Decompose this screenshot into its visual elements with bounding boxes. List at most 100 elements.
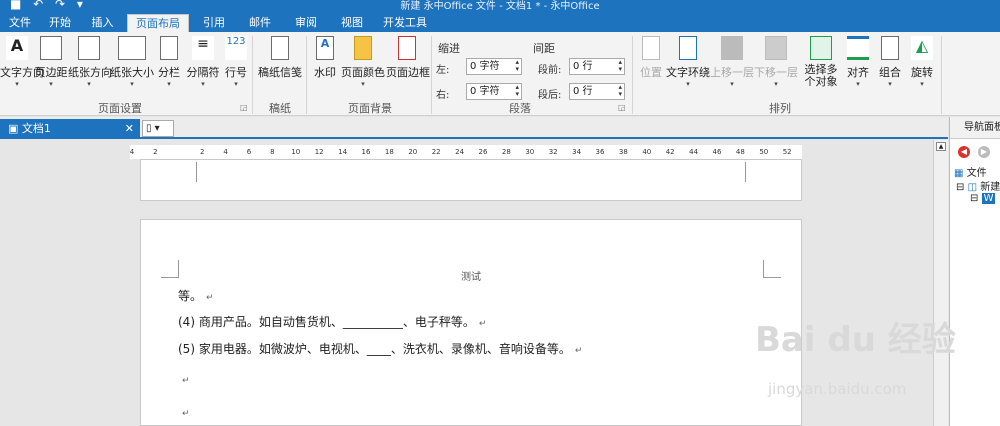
indent-left-label: 左: — [436, 65, 450, 76]
margin-mark — [179, 162, 197, 182]
ruler-tick: 14 — [338, 148, 348, 156]
line-numbers-button[interactable]: 123 行号 ▾ — [222, 34, 250, 98]
ruler-tick: 44 — [689, 148, 699, 156]
paper-size-button[interactable]: 纸张大小 ▾ — [110, 34, 154, 98]
draft-paper-button[interactable]: 稿纸信笺 — [256, 34, 304, 98]
breaks-button[interactable]: ≡ 分隔符 ▾ — [184, 34, 222, 98]
ruler-tick: 8 — [270, 148, 275, 156]
ruler-tick: 52 — [782, 148, 792, 156]
bring-forward-icon — [721, 36, 743, 60]
doc-line-3[interactable]: (5) 家用电器。如微波炉、电视机、____、洗衣机、录像机、音响设备等。 ↵ — [178, 340, 582, 357]
page-borders-button[interactable]: 页面边框 — [386, 34, 430, 98]
tab-insert[interactable]: 插入 — [80, 14, 125, 32]
paragraph-launcher-icon[interactable]: ◲ — [618, 103, 626, 112]
send-backward-button[interactable]: 下移一层 ▾ — [754, 34, 798, 98]
horizontal-ruler: 4 2 2 4 6 8 10 12 14 16 18 20 22 24 26 28 30 32 34 36 38 40 42… — [130, 145, 802, 159]
ruler-tick: 36 — [595, 148, 605, 156]
forward-icon[interactable]: ▶ — [978, 146, 990, 158]
doc-line-1[interactable]: 等。 ↵ — [178, 287, 214, 304]
send-backward-icon — [765, 36, 787, 60]
back-icon[interactable]: ◀ — [958, 146, 970, 158]
margin-mark — [745, 162, 763, 182]
ruler-tick: 46 — [712, 148, 722, 156]
indent-title: 缩进 — [438, 42, 460, 55]
ruler-tick: 4 — [223, 148, 228, 156]
page-color-icon — [354, 36, 372, 60]
tab-developer[interactable]: 开发工具 — [376, 14, 434, 32]
spacing-after-label: 段后: — [538, 90, 562, 101]
ruler-tick: 22 — [431, 148, 441, 156]
ruler-tick: 48 — [735, 148, 745, 156]
page-previous[interactable] — [140, 159, 802, 201]
indent-left-field[interactable]: 0 字符 ▴ ▾ — [466, 58, 522, 75]
ruler-tick: 12 — [314, 148, 324, 156]
watermark-icon: A — [316, 36, 334, 60]
nav-tree-file[interactable]: ▦ 文件 — [954, 164, 987, 179]
select-objects-button[interactable]: 选择多个对象 — [800, 34, 842, 98]
position-button[interactable]: 位置 — [636, 34, 666, 98]
ruler-tick: 6 — [246, 148, 252, 156]
watermark-button[interactable]: A 水印 — [310, 34, 340, 98]
doc-line-5[interactable]: ↵ — [178, 405, 190, 419]
ruler-tick: 4 — [129, 148, 135, 156]
nav-tree-new[interactable]: ⊟ ◫ 新建 — [956, 178, 1000, 193]
spacing-before-field[interactable]: 0 行 ▴ ▾ — [569, 58, 625, 75]
tab-file[interactable]: 文件 — [0, 14, 40, 32]
rotate-icon: ◭ — [911, 36, 933, 60]
tab-view[interactable]: 视图 — [330, 14, 374, 32]
group-label-draft: 稿纸 — [269, 102, 291, 115]
page-color-button[interactable]: 页面颜色 ▾ — [340, 34, 386, 98]
close-icon[interactable]: ✕ — [125, 119, 134, 139]
bring-forward-button[interactable]: 上移一层 ▾ — [710, 34, 754, 98]
rotate-button[interactable]: ◭ 旋转 ▾ — [906, 34, 938, 98]
ruler-tick: 32 — [548, 148, 558, 156]
window-title: 新建 永中Office 文件 - 文档1 * - 永中Office — [400, 1, 600, 12]
tab-review[interactable]: 审阅 — [284, 14, 328, 32]
ruler-tick: 40 — [642, 148, 652, 156]
nav-tree-doc[interactable]: ⊟ W — [970, 193, 996, 204]
group-label-page-setup: 页面设置 — [98, 102, 142, 115]
ruler-tick: 18 — [384, 148, 394, 156]
tab-page-layout[interactable]: 页面布局 — [127, 14, 189, 33]
ruler-tick: 10 — [291, 148, 301, 156]
columns-button[interactable]: 分栏 ▾ — [154, 34, 184, 98]
text-direction-icon: A — [6, 36, 28, 60]
page-setup-launcher-icon[interactable]: ◲ — [240, 103, 248, 112]
tab-references[interactable]: 引用 — [192, 14, 236, 32]
text-direction-button[interactable]: A 文字方向 ▾ — [0, 34, 44, 98]
align-icon — [847, 36, 869, 60]
text-wrap-button[interactable]: 文字环绕 ▾ — [666, 34, 710, 98]
margins-button[interactable]: 页边距 ▾ — [34, 34, 68, 98]
doc-line-2[interactable]: (4) 商用产品。如自动售货机、__________、电子秤等。 ↵ — [178, 313, 486, 330]
ruler-tick: 30 — [525, 148, 535, 156]
new-document-button[interactable]: ▯ ▾ — [142, 120, 174, 137]
doc-line-4[interactable]: ↵ — [178, 372, 190, 386]
indent-right-field[interactable]: 0 字符 ▴ ▾ — [466, 83, 522, 100]
document-tab[interactable]: ▣ 文档1 ✕ — [0, 119, 140, 139]
spacing-title: 间距 — [533, 42, 555, 55]
margins-icon — [40, 36, 62, 60]
nav-pane-title: 导航面板 — [950, 117, 1000, 139]
divider — [252, 36, 253, 114]
group-button[interactable]: 组合 ▾ — [874, 34, 906, 98]
divider — [632, 36, 633, 114]
group-icon — [881, 36, 899, 60]
tab-home[interactable]: 开始 — [40, 14, 80, 32]
page-header-text: 测试 — [461, 272, 481, 283]
position-icon — [642, 36, 660, 60]
menu-tab-bar: 文件 开始 插入 页面布局 引用 邮件 审阅 视图 开发工具 — [0, 14, 1000, 33]
ruler-tick: 26 — [478, 148, 488, 156]
spacing-after-field[interactable]: 0 行 ▴ ▾ — [569, 83, 625, 100]
ruler-tick: 20 — [408, 148, 418, 156]
vertical-scrollbar[interactable]: ▲ — [933, 140, 948, 426]
indent-right-label: 右: — [436, 90, 450, 101]
document-icon: ▣ — [8, 122, 22, 135]
group-label-background: 页面背景 — [348, 102, 392, 115]
scroll-up-icon[interactable]: ▲ — [936, 142, 946, 151]
text-wrap-icon — [679, 36, 697, 60]
tab-mailings[interactable]: 邮件 — [238, 14, 282, 32]
align-button[interactable]: 对齐 ▾ — [842, 34, 874, 98]
orientation-button[interactable]: 纸张方向 ▾ — [68, 34, 112, 98]
ruler-tick: 34 — [572, 148, 582, 156]
baidu-watermark-logo: Bai du 经验 — [755, 320, 956, 360]
